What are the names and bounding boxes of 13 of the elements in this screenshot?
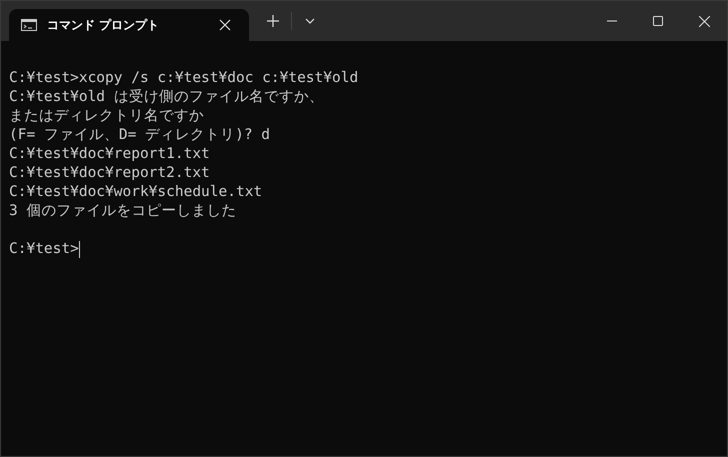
terminal-line: 3 個のファイルをコピーしました [9, 202, 236, 221]
text-cursor [78, 241, 80, 258]
terminal-line: C:¥test>xcopy /s c:¥test¥doc c:¥test¥old [9, 69, 358, 88]
terminal-line: C:¥test¥doc¥report2.txt [9, 164, 210, 183]
console-icon [21, 19, 37, 31]
terminal-line: C:¥test¥doc¥report1.txt [9, 145, 210, 164]
command-prompt: C:¥test> [9, 240, 79, 259]
tab-title: コマンド プロンプト [47, 16, 160, 34]
terminal-tab[interactable]: コマンド プロンプト [9, 9, 249, 41]
terminal-line: C:¥test¥old は受け側のファイル名ですか、 [9, 88, 324, 107]
terminal-line: またはディレクトリ名ですか [9, 107, 204, 126]
terminal-line: (F= ファイル、D= ディレクトリ)? d [9, 126, 270, 145]
terminal-line: C:¥test¥doc¥work¥schedule.txt [9, 183, 262, 202]
